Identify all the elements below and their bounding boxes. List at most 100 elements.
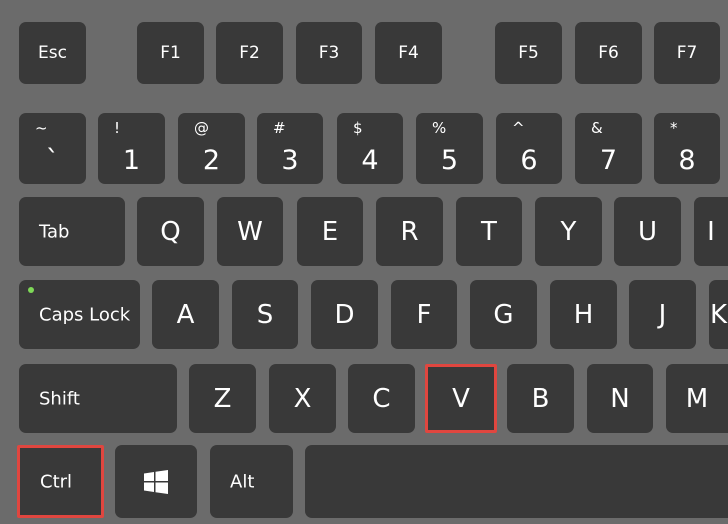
key-label: D <box>334 299 355 330</box>
key-k[interactable]: K <box>709 280 728 349</box>
key-label: 3 <box>281 145 299 176</box>
key-3[interactable]: #3 <box>257 113 323 184</box>
key-w[interactable]: W <box>217 197 283 266</box>
key-tab[interactable]: Tab <box>19 197 125 266</box>
key-v-highlighted[interactable]: V <box>425 364 497 433</box>
key-label: ` <box>45 145 60 176</box>
key-z[interactable]: Z <box>189 364 256 433</box>
key-4[interactable]: $4 <box>337 113 403 184</box>
windows-icon <box>144 469 168 494</box>
key-m[interactable]: M <box>666 364 728 433</box>
key-shift[interactable]: Shift <box>19 364 177 433</box>
shift-symbol: * <box>670 119 678 137</box>
key-f3[interactable]: F3 <box>296 22 362 84</box>
key-label: Tab <box>39 221 70 242</box>
key-7[interactable]: & 7 <box>575 113 642 184</box>
key-ctrl-highlighted[interactable]: Ctrl <box>17 445 104 518</box>
key-g[interactable]: G <box>470 280 537 349</box>
key-label: G <box>493 299 514 330</box>
shift-symbol: ! <box>114 119 121 137</box>
key-label: T <box>481 216 497 247</box>
key-alt[interactable]: Alt <box>210 445 293 518</box>
key-j[interactable]: J <box>629 280 696 349</box>
key-n[interactable]: N <box>587 364 653 433</box>
key-f2[interactable]: F2 <box>216 22 283 84</box>
key-label: H <box>573 299 594 330</box>
key-space[interactable] <box>305 445 728 518</box>
key-label: R <box>400 216 419 247</box>
shift-symbol: @ <box>194 119 209 137</box>
key-d[interactable]: D <box>311 280 378 349</box>
key-5[interactable]: % 5 <box>416 113 483 184</box>
key-label: Shift <box>39 388 80 409</box>
key-label: 1 <box>122 145 141 176</box>
key-windows[interactable] <box>115 445 197 518</box>
key-label: F4 <box>398 43 419 63</box>
key-8[interactable]: * 8 <box>654 113 720 184</box>
key-label: K <box>709 299 728 330</box>
shift-symbol: $ <box>353 119 363 137</box>
key-b[interactable]: B <box>507 364 574 433</box>
key-label: Ctrl <box>40 471 73 492</box>
key-label: F1 <box>160 43 181 63</box>
key-label: 5 <box>440 145 459 176</box>
key-f4[interactable]: F4 <box>375 22 442 84</box>
key-2[interactable]: @2 <box>178 113 245 184</box>
key-f[interactable]: F <box>391 280 457 349</box>
key-label: 7 <box>599 145 618 176</box>
key-s[interactable]: S <box>232 280 298 349</box>
key-label: X <box>293 383 312 414</box>
key-1[interactable]: ! 1 <box>98 113 165 184</box>
key-label: J <box>658 299 667 330</box>
key-x[interactable]: X <box>269 364 336 433</box>
key-f6[interactable]: F6 <box>575 22 642 84</box>
key-label: U <box>637 216 658 247</box>
key-label: 8 <box>678 145 696 176</box>
key-f7[interactable]: F7 <box>654 22 720 84</box>
key-label: Q <box>160 216 181 247</box>
key-y[interactable]: Y <box>535 197 602 266</box>
key-label: Y <box>560 216 577 247</box>
key-a[interactable]: A <box>152 280 219 349</box>
key-label: E <box>321 216 339 247</box>
shift-symbol: ~ <box>35 119 48 137</box>
key-label: W <box>237 216 263 247</box>
key-t[interactable]: T <box>456 197 522 266</box>
key-q[interactable]: Q <box>137 197 204 266</box>
key-r[interactable]: R <box>376 197 443 266</box>
key-label: 4 <box>361 145 379 176</box>
key-label: F7 <box>676 43 698 63</box>
caps-lock-indicator <box>28 287 34 293</box>
key-esc[interactable]: Esc <box>19 22 86 84</box>
key-c[interactable]: C <box>348 364 415 433</box>
key-label: A <box>176 299 195 330</box>
key-h[interactable]: H <box>550 280 617 349</box>
key-6[interactable]: ^ 6 <box>496 113 562 184</box>
key-i[interactable]: I <box>694 197 728 266</box>
key-backtick[interactable]: ~ ` <box>19 113 86 184</box>
key-label: C <box>372 383 391 414</box>
key-label: Alt <box>230 471 255 492</box>
key-f1[interactable]: F1 <box>137 22 204 84</box>
key-label: I <box>707 216 715 247</box>
key-u[interactable]: U <box>614 197 681 266</box>
key-label: F2 <box>239 43 260 63</box>
shift-symbol: % <box>432 119 447 137</box>
key-label: S <box>256 299 274 330</box>
shift-symbol: & <box>591 119 603 137</box>
key-label: V <box>452 383 470 414</box>
key-label: F5 <box>518 43 539 63</box>
key-label: F3 <box>318 43 340 63</box>
key-e[interactable]: E <box>297 197 363 266</box>
key-label: B <box>531 383 550 414</box>
key-label: Esc <box>38 43 67 63</box>
key-label: 2 <box>202 145 221 176</box>
key-label: 6 <box>520 145 538 176</box>
shift-symbol: ^ <box>512 119 525 137</box>
key-f5[interactable]: F5 <box>495 22 562 84</box>
key-caps-lock[interactable]: Caps Lock <box>19 280 140 349</box>
key-label: N <box>610 383 630 414</box>
key-label: Z <box>213 383 232 414</box>
key-label: Caps Lock <box>39 304 131 325</box>
key-label: F <box>416 299 432 330</box>
